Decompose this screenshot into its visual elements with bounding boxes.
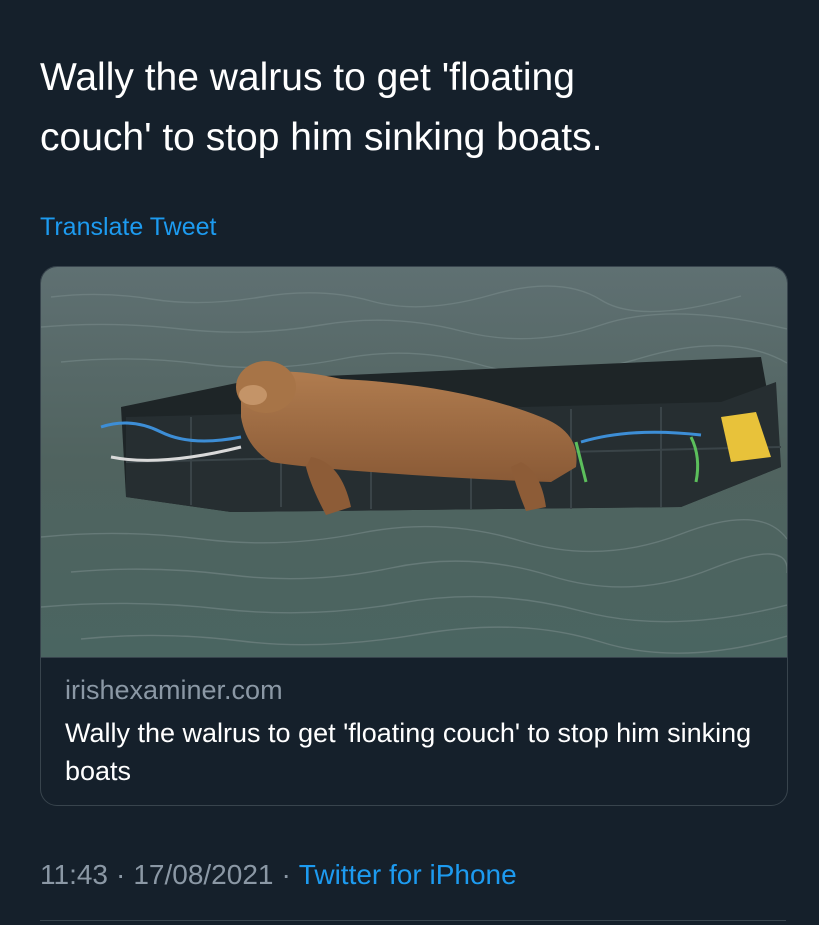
tweet-source-link[interactable]: Twitter for iPhone — [299, 859, 517, 890]
tweet-date[interactable]: 17/08/2021 — [133, 859, 273, 890]
card-title: Wally the walrus to get 'floating couch'… — [65, 718, 752, 786]
translate-tweet-link[interactable]: Translate Tweet — [40, 210, 216, 244]
tweet-detail: Wally the walrus to get 'floating couch'… — [0, 0, 819, 925]
card-text-area: irishexaminer.com Wally the walrus to ge… — [41, 657, 787, 805]
tweet-time[interactable]: 11:43 — [40, 859, 108, 890]
walrus-photo — [41, 267, 787, 657]
meta-separator: · — [116, 859, 126, 890]
tweet-meta: 11:43 · 17/08/2021 · Twitter for iPhone — [40, 855, 517, 895]
divider — [40, 920, 786, 921]
meta-separator: · — [281, 859, 291, 890]
card-domain: irishexaminer.com — [65, 675, 283, 705]
tweet-text: Wally the walrus to get 'floating couch'… — [40, 56, 603, 159]
link-preview-card[interactable]: irishexaminer.com Wally the walrus to ge… — [40, 266, 788, 806]
